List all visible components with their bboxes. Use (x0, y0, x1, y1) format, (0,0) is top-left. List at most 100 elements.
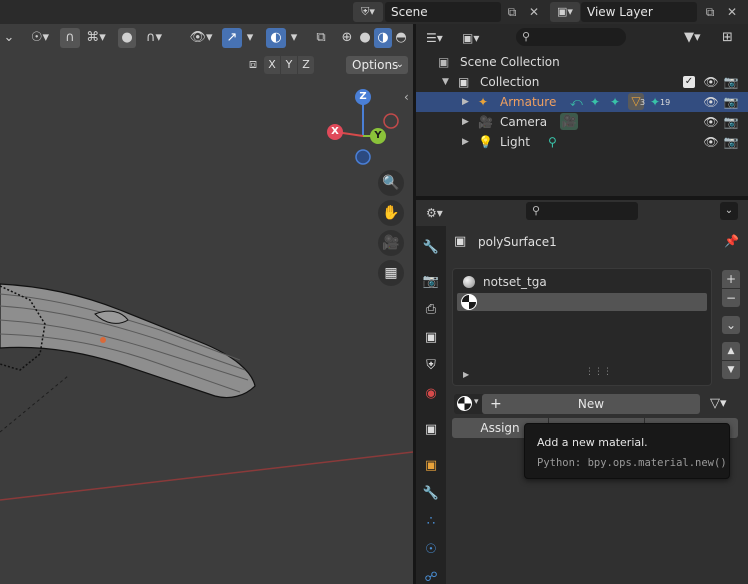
empty-material-icon (461, 294, 477, 310)
list-filter-arrow-icon[interactable]: ▶ (463, 370, 469, 379)
editor-type-dropdown[interactable]: ⚙▾ (426, 203, 456, 223)
view-layer-browse-button[interactable]: ▣▾ (550, 2, 580, 22)
axis-x-toggle[interactable]: X (264, 56, 280, 74)
pivot-dropdown[interactable]: ☉▾ (26, 28, 54, 48)
axis-z-toggle[interactable]: Z (298, 56, 314, 74)
outliner-row-collection[interactable]: ▼ ▣ Collection ✓ 👁 📷 (416, 72, 748, 92)
pin-icon[interactable]: 📌 (724, 234, 739, 248)
tool-tab-icon[interactable]: 🔧 (421, 238, 441, 258)
gizmo-z-label: Z (359, 91, 367, 102)
scene-browse-button[interactable]: ⛨▾ (353, 2, 383, 22)
browse-material-dropdown[interactable]: ▾ (454, 394, 484, 414)
material-slot-item-selected[interactable] (457, 293, 707, 311)
overlay-dropdown[interactable]: ▾ (287, 28, 301, 48)
collection-label: Collection (480, 75, 540, 89)
material-slot-item[interactable]: notset_tga (457, 273, 707, 291)
node-link-dropdown[interactable]: ▽▾ (710, 394, 738, 414)
view-layer-close-icon[interactable]: ✕ (723, 3, 741, 21)
visibility-eye-icon[interactable]: 👁 (703, 134, 719, 150)
scene-collection-icon: ▣ (438, 55, 450, 69)
snap-target-dropdown[interactable]: ⌘▾ (82, 28, 110, 48)
view-layer-name-text: View Layer (587, 5, 653, 19)
expand-arrow-icon[interactable]: ▶ (462, 132, 469, 152)
remove-slot-button[interactable]: − (722, 289, 740, 307)
visibility-eye-icon[interactable]: 👁 (703, 94, 719, 110)
outliner-row-scene-collection[interactable]: ▣ Scene Collection (416, 52, 748, 72)
perspective-grid-icon[interactable]: ▦ (378, 260, 404, 286)
new-material-button[interactable]: + New (482, 394, 700, 414)
outliner-row-light[interactable]: ▶ 💡 Light ⚲ 👁 📷 (416, 132, 748, 152)
overlay-toggle[interactable]: ◐ (266, 28, 286, 48)
modifier-tab-icon[interactable]: 🔧 (421, 484, 441, 504)
gizmo-toggle[interactable]: ↗ (222, 28, 242, 48)
axis-y-toggle[interactable]: Y (281, 56, 297, 74)
sidebar-toggle-icon[interactable]: ‹ (404, 90, 413, 104)
rendered-shading-button[interactable]: ◓ (392, 28, 410, 48)
properties-search-input[interactable]: ⚲ (526, 202, 638, 220)
physics-tab-icon[interactable]: ☉ (421, 540, 441, 560)
render-camera-icon[interactable]: 📷 (723, 94, 739, 110)
xray-toggle[interactable]: ⧉ (312, 28, 330, 48)
view-layer-name-field[interactable]: View Layer (581, 2, 697, 22)
object-tab-icon[interactable]: ▣ (421, 456, 441, 476)
resize-grip-icon[interactable]: ⋮⋮⋮ (585, 367, 612, 377)
view-layer-copy-icon[interactable]: ⧉ (701, 3, 719, 21)
bone-constraint-icon: ✦ (610, 95, 621, 109)
output-tab-icon[interactable]: ⎙ (421, 300, 441, 320)
scene-name-field[interactable]: Scene (385, 2, 501, 22)
solid-sphere-icon: ● (359, 30, 371, 45)
expand-arrow-icon[interactable]: ▼ (442, 72, 449, 92)
properties-panel: ⚙▾ ⚲ ⌄ 🔧 📷 ⎙ ▣ ⛨ ◉ ▣ ▣ 🔧 ∴ ☉ ☍ ▣ polySur… (416, 200, 748, 584)
options-dropdown[interactable]: Options ⌄ (346, 56, 408, 74)
display-mode-dropdown[interactable]: ▣▾ (462, 28, 492, 48)
outliner-row-camera[interactable]: ▶ 🎥 Camera 🎥 👁 📷 (416, 112, 748, 132)
outliner-row-armature[interactable]: ▶ ✦ Armature ⤺ ✦ ✦ ▽ 3 ✦ 19 👁 📷 (416, 92, 748, 112)
material-shading-button[interactable]: ◑ (374, 28, 392, 48)
mesh-object (0, 283, 256, 399)
material-sphere-icon: ◑ (377, 30, 389, 45)
camera-view-icon[interactable]: 🎥 (378, 230, 404, 256)
view-layer-tab-icon[interactable]: ▣ (421, 328, 441, 348)
move-slot-down-button[interactable]: ▼ (722, 361, 740, 379)
new-collection-icon[interactable]: ⊞ (722, 28, 742, 48)
light-data-icon: ⚲ (548, 135, 557, 149)
material-slot-list[interactable]: notset_tga ▶ ⋮⋮⋮ (452, 268, 712, 386)
slot-specials-dropdown[interactable]: ⌄ (722, 316, 740, 334)
constraints-tab-icon[interactable]: ☍ (421, 568, 441, 584)
visibility-eye-icon[interactable]: 👁 (703, 74, 719, 90)
render-camera-icon[interactable]: 📷 (723, 74, 739, 90)
particles-tab-icon[interactable]: ∴ (421, 512, 441, 532)
outliner-search-input[interactable]: ⚲ (516, 28, 626, 46)
zoom-icon[interactable]: 🔍 (378, 170, 404, 196)
world-tab-icon[interactable]: ◉ (421, 384, 441, 404)
move-slot-up-button[interactable]: ▲ (722, 342, 740, 360)
expand-arrow-icon[interactable]: ▶ (462, 92, 469, 112)
chevron-down-icon[interactable]: ⌄ (720, 202, 738, 220)
filter-dropdown[interactable]: ▼▾ (684, 28, 714, 48)
render-tab-icon[interactable]: 📷 (421, 272, 441, 292)
visibility-dropdown[interactable]: 👁▾ (186, 28, 216, 48)
expand-arrow-icon[interactable]: ▶ (462, 112, 469, 132)
camera-data-icon: 🎥 (560, 113, 578, 130)
filter-icon: ▼▾ (684, 30, 701, 45)
scene-close-icon[interactable]: ✕ (525, 3, 543, 21)
render-camera-icon[interactable]: 📷 (723, 134, 739, 150)
add-slot-button[interactable]: + (722, 270, 740, 288)
wireframe-shading-button[interactable]: ⊕ (338, 28, 356, 48)
pan-hand-icon[interactable]: ✋ (378, 200, 404, 226)
collection-tab-icon[interactable]: ▣ (421, 420, 441, 440)
snap-toggle[interactable]: ∩ (60, 28, 80, 48)
exclude-checkbox[interactable]: ✓ (683, 76, 695, 88)
visibility-eye-icon[interactable]: 👁 (703, 114, 719, 130)
pivot-icon: ☉▾ (30, 30, 50, 45)
render-camera-icon[interactable]: 📷 (723, 114, 739, 130)
scene-tab-icon[interactable]: ⛨ (421, 356, 441, 376)
proportional-edit-toggle[interactable]: ● (118, 28, 136, 48)
editor-type-dropdown[interactable]: ☰▾ (426, 28, 456, 48)
solid-shading-button[interactable]: ● (356, 28, 374, 48)
gizmo-dropdown[interactable]: ▾ (243, 28, 257, 48)
falloff-dropdown[interactable]: ∩▾ (140, 28, 168, 48)
3d-viewport[interactable]: Z X Y ⌄ ☉▾ ∩ ⌘▾ ● ∩▾ 👁▾ ↗ ▾ ◐ ▾ ⧉ ⊕ ● ◑ … (0, 24, 413, 584)
scene-copy-icon[interactable]: ⧉ (503, 3, 521, 21)
transform-dropdown[interactable]: ⌄ (0, 28, 18, 48)
